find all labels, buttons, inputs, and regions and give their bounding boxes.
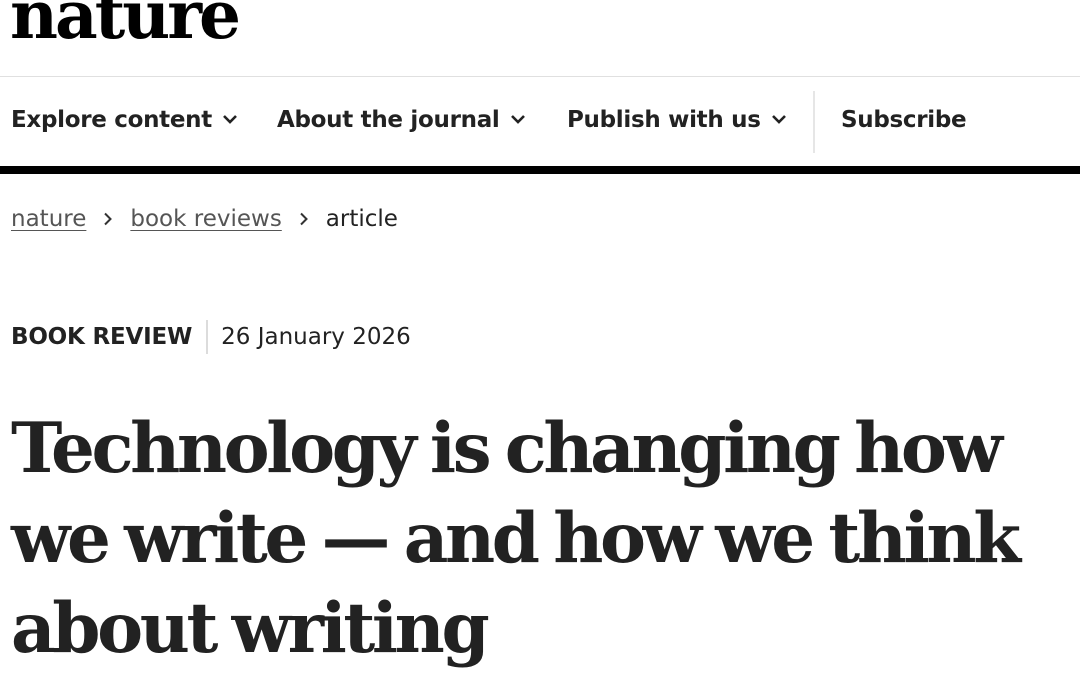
nav-subscribe-label: Subscribe [841,107,967,133]
chevron-right-icon [104,212,113,226]
publication-date: 26 January 2026 [221,324,411,350]
main-navigation: Explore content About the journal Publis… [0,77,1080,167]
chevron-down-icon [771,115,786,124]
article-meta: BOOK REVIEW 26 January 2026 [11,320,411,354]
chevron-down-icon [510,115,525,124]
breadcrumb-current: article [325,206,398,232]
nav-publish-with-us[interactable]: Publish with us [567,107,787,133]
nature-logo[interactable]: nature [10,0,241,48]
nav-bottom-rule [0,166,1080,174]
chevron-down-icon [223,115,237,124]
breadcrumb: nature book reviews article [11,206,398,232]
nav-explore-content[interactable]: Explore content [11,107,238,133]
nav-about-the-journal[interactable]: About the journal [277,107,526,133]
nav-explore-content-label: Explore content [11,107,212,133]
nav-divider [813,91,815,153]
article-title: Technology is changing how we write — an… [11,408,1021,669]
meta-divider [206,320,209,354]
breadcrumb-link-book-reviews[interactable]: book reviews [130,206,281,232]
nav-about-the-journal-label: About the journal [277,107,500,133]
breadcrumb-link-nature[interactable]: nature [11,206,86,232]
nav-publish-with-us-label: Publish with us [567,107,761,133]
article-type: BOOK REVIEW [11,324,193,350]
chevron-right-icon [300,212,308,226]
nav-subscribe[interactable]: Subscribe [841,107,967,133]
